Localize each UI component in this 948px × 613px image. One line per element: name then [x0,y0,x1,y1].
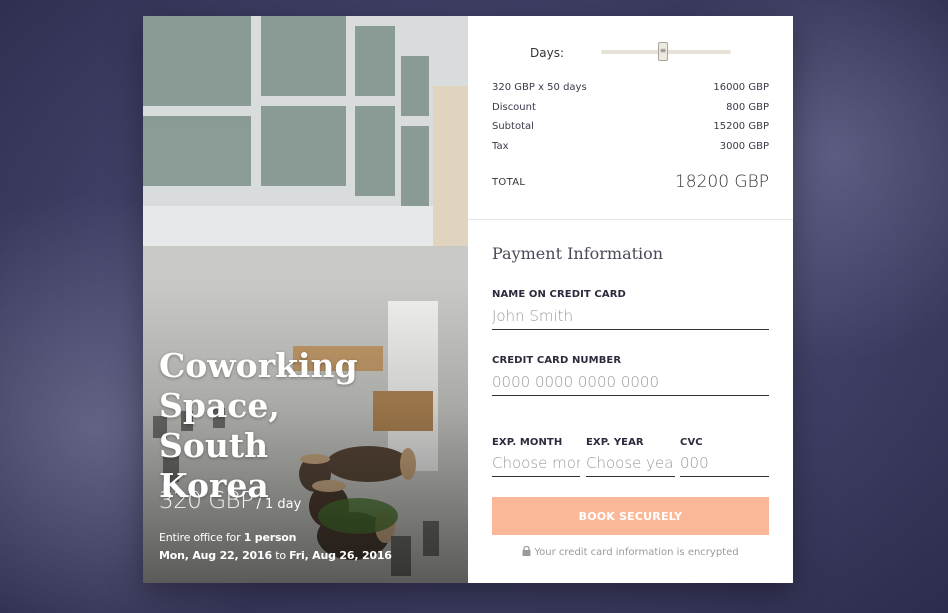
booking-card: Coworking Space, South Korea 320 GBP/ 1 … [143,16,793,583]
line-label: Tax [492,141,509,152]
summary-line: Discount 800 GBP [492,102,769,113]
listing-photo: Coworking Space, South Korea 320 GBP/ 1 … [143,16,468,583]
price-period: / 1 day [256,497,302,512]
summary-line: 320 GBP x 50 days 16000 GBP [492,82,769,93]
name-label: NAME ON CREDIT CARD [492,289,626,300]
capacity-line: Entire office for 1 person [159,529,392,547]
exp-month-label: EXP. MONTH [492,437,563,448]
summary-line: Subtotal 15200 GBP [492,121,769,132]
card-number-input[interactable] [492,373,769,396]
exp-year-select[interactable] [586,454,675,477]
cvc-label: CVC [680,437,703,448]
total-value: 18200 GBP [674,172,769,192]
date-range: Mon, Aug 22, 2016 to Fri, Aug 26, 2016 [159,547,392,565]
listing-title: Coworking Space, South Korea [159,346,358,505]
date-to: Fri, Aug 26, 2016 [289,549,392,562]
listing-details: Entire office for 1 person Mon, Aug 22, … [159,529,392,565]
lock-icon [522,545,531,559]
cvc-input[interactable] [680,454,769,477]
listing-price: 320 GBP [159,488,254,514]
exp-month-select[interactable] [492,454,580,477]
encryption-note: Your credit card information is encrypte… [468,545,793,559]
exp-year-label: EXP. YEAR [586,437,644,448]
date-to-word: to [275,549,286,562]
line-value: 800 GBP [726,102,769,113]
line-value: 3000 GBP [719,141,769,152]
capacity-value: 1 person [243,531,297,544]
total-label: TOTAL [492,176,526,188]
book-securely-button[interactable]: BOOK SECURELY [492,497,769,535]
capacity-prefix: Entire office for [159,531,244,544]
slider-thumb-icon[interactable]: ≡ [658,42,668,61]
section-divider [468,219,793,220]
total-row: TOTAL 18200 GBP [492,172,769,192]
checkout-panel: Days: ≡ 320 GBP x 50 days 16000 GBP Disc… [468,16,793,583]
payment-heading: Payment Information [492,244,664,263]
line-value: 16000 GBP [713,82,769,93]
price-row: 320 GBP/ 1 day [159,488,301,514]
line-label: 320 GBP x 50 days [492,82,587,93]
summary-line: Tax 3000 GBP [492,141,769,152]
date-from: Mon, Aug 22, 2016 [159,549,272,562]
days-label: Days: [530,46,564,60]
line-label: Subtotal [492,121,534,132]
encryption-text: Your credit card information is encrypte… [534,547,739,558]
line-value: 15200 GBP [713,121,769,132]
card-number-label: CREDIT CARD NUMBER [492,355,622,366]
line-label: Discount [492,102,536,113]
card-name-input[interactable] [492,307,769,330]
